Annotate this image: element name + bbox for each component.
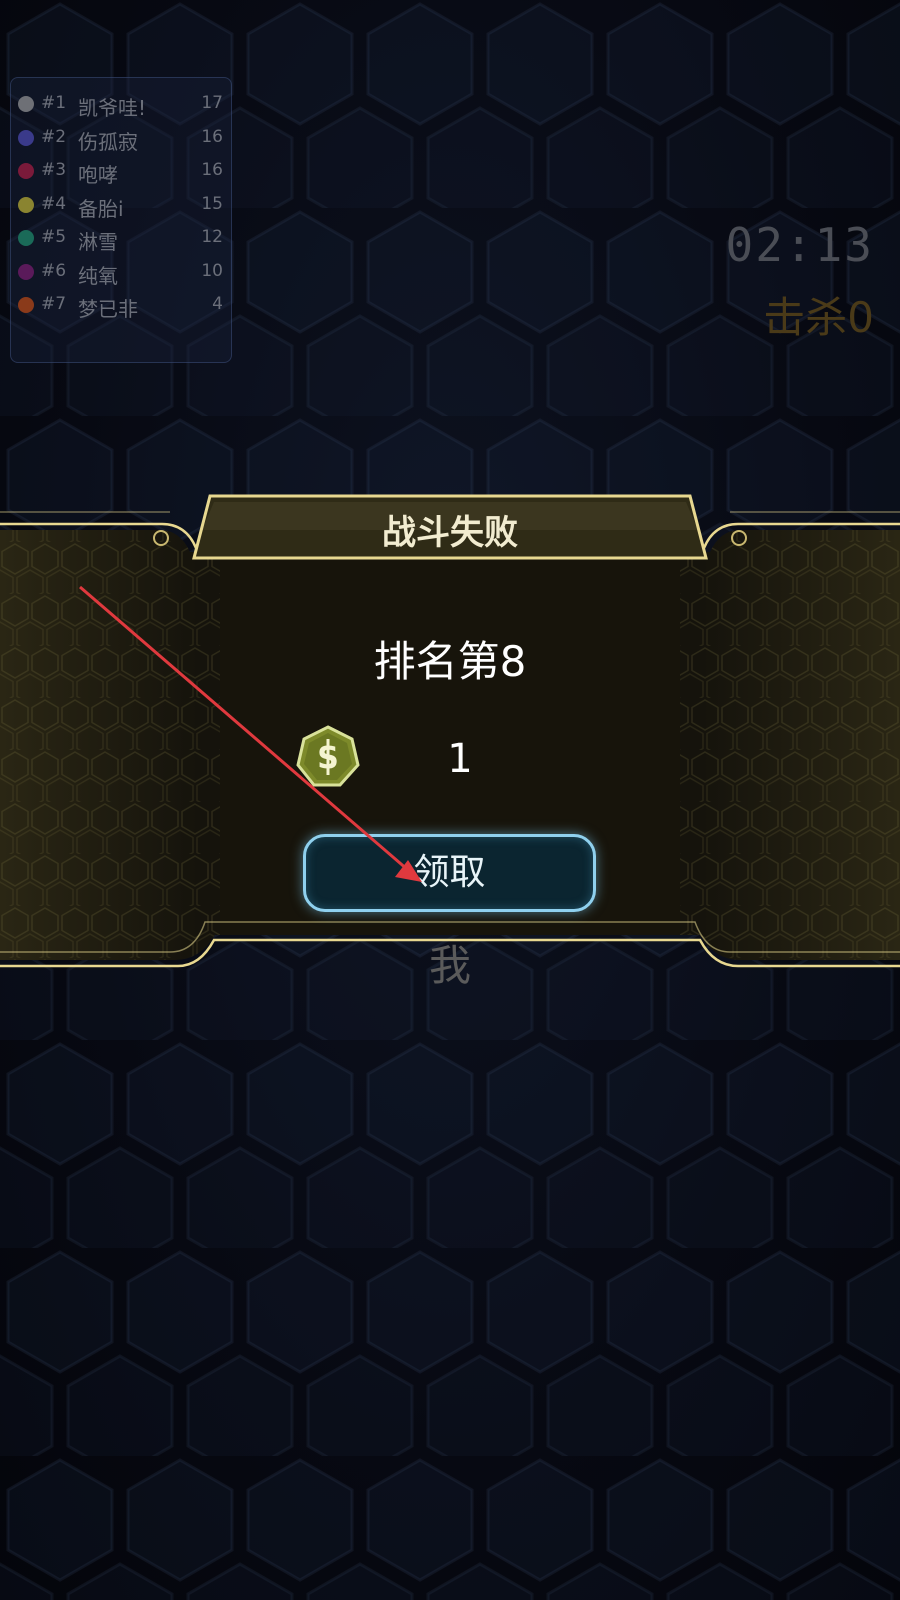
player-name: 凯爷哇!	[78, 96, 147, 120]
game-screen: #1 凯爷哇! 17 #2 伤孤寂 16 #3 咆哮 16 #4 备胎i 15 …	[0, 0, 900, 1600]
player-name: 纯氧	[78, 263, 118, 288]
player-name: 咆哮	[78, 163, 118, 187]
player-color-dot	[18, 129, 34, 146]
rank-label: #3	[41, 160, 67, 180]
rank-label: #6	[41, 260, 67, 281]
rank-label: #7	[41, 294, 67, 314]
leaderboard-panel: #1 凯爷哇! 17 #2 伤孤寂 16 #3 咆哮 16 #4 备胎i 15 …	[10, 77, 232, 363]
player-color-dot	[18, 263, 34, 280]
leaderboard-row: #2 伤孤寂 16	[11, 124, 231, 158]
rank-label: #5	[41, 227, 67, 247]
player-name: 梦已非	[78, 297, 138, 321]
leaderboard-row: #6 纯氧 10	[11, 258, 231, 292]
player-score: 16	[201, 160, 223, 180]
reward-amount: 1	[447, 736, 473, 782]
player-color-dot	[18, 230, 34, 246]
kill-counter: 击杀0	[763, 293, 874, 342]
leaderboard-row: #7 梦已非 4	[11, 291, 231, 325]
player-color-dot	[18, 297, 34, 313]
player-score: 4	[212, 294, 223, 314]
leaderboard-row: #4 备胎i 15	[11, 191, 231, 225]
player-color-dot	[18, 196, 34, 213]
player-score: 12	[201, 227, 223, 247]
leaderboard-row: #3 咆哮 16	[11, 157, 231, 191]
rank-result-text: 排名第8	[373, 637, 527, 686]
rank-label: #1	[41, 93, 67, 113]
player-score: 16	[201, 126, 223, 147]
leaderboard-row: #5 淋雪 12	[11, 224, 231, 258]
rank-label: #2	[41, 126, 67, 147]
player-self-label: 我	[428, 941, 471, 990]
player-color-dot	[18, 96, 34, 112]
player-score: 17	[201, 93, 223, 113]
player-score: 15	[201, 193, 223, 214]
player-name: 伤孤寂	[78, 129, 138, 154]
player-name: 备胎i	[78, 196, 124, 221]
player-name: 淋雪	[78, 230, 118, 254]
player-color-dot	[18, 163, 34, 179]
dialog-title: 战斗失败	[382, 513, 518, 553]
match-timer: 02:13	[725, 218, 874, 272]
claim-button[interactable]: 领取	[303, 834, 596, 912]
leaderboard-row: #1 凯爷哇! 17	[11, 90, 231, 124]
rank-label: #4	[41, 193, 67, 214]
coin-icon: S	[296, 725, 360, 787]
player-score: 10	[201, 260, 223, 281]
